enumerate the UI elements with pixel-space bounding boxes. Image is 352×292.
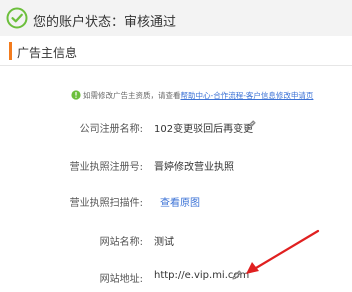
- section-header-advertiser-info: 广告主信息: [0, 42, 352, 66]
- help-center-link[interactable]: 帮助中心-合作流程-客户信息修改申请页: [181, 91, 314, 100]
- section-divider: [0, 65, 352, 66]
- view-original-image-link[interactable]: 查看原图: [160, 194, 200, 209]
- license-scan-label: 营业执照扫描件:: [69, 198, 143, 209]
- check-circle-icon: [6, 7, 28, 29]
- website-url-label: 网站地址:: [99, 274, 143, 285]
- pencil-icon[interactable]: [245, 119, 257, 131]
- website-name-value: 测试: [154, 237, 174, 248]
- notice-prefix: 如需修改广告主资质，请查看: [83, 91, 181, 100]
- info-icon: [71, 90, 81, 100]
- pencil-icon[interactable]: [231, 269, 243, 281]
- company-name-label: 公司注册名称:: [79, 124, 143, 135]
- company-name-value: 102变更驳回后再变更: [154, 124, 254, 135]
- account-status-bar: 您的账户状态：审核通过: [0, 0, 352, 36]
- account-status-text: 您的账户状态：审核通过: [33, 15, 177, 30]
- website-name-label: 网站名称:: [99, 237, 143, 248]
- license-number-label: 营业执照注册号:: [69, 162, 143, 173]
- notice-text: 如需修改广告主资质，请查看帮助中心-合作流程-客户信息修改申请页: [83, 90, 313, 101]
- license-number-value: 晋婷修改营业执照: [154, 162, 234, 173]
- modify-notice: 如需修改广告主资质，请查看帮助中心-合作流程-客户信息修改申请页: [71, 90, 352, 104]
- section-title: 广告主信息: [17, 46, 78, 60]
- section-accent-bar: [9, 42, 12, 60]
